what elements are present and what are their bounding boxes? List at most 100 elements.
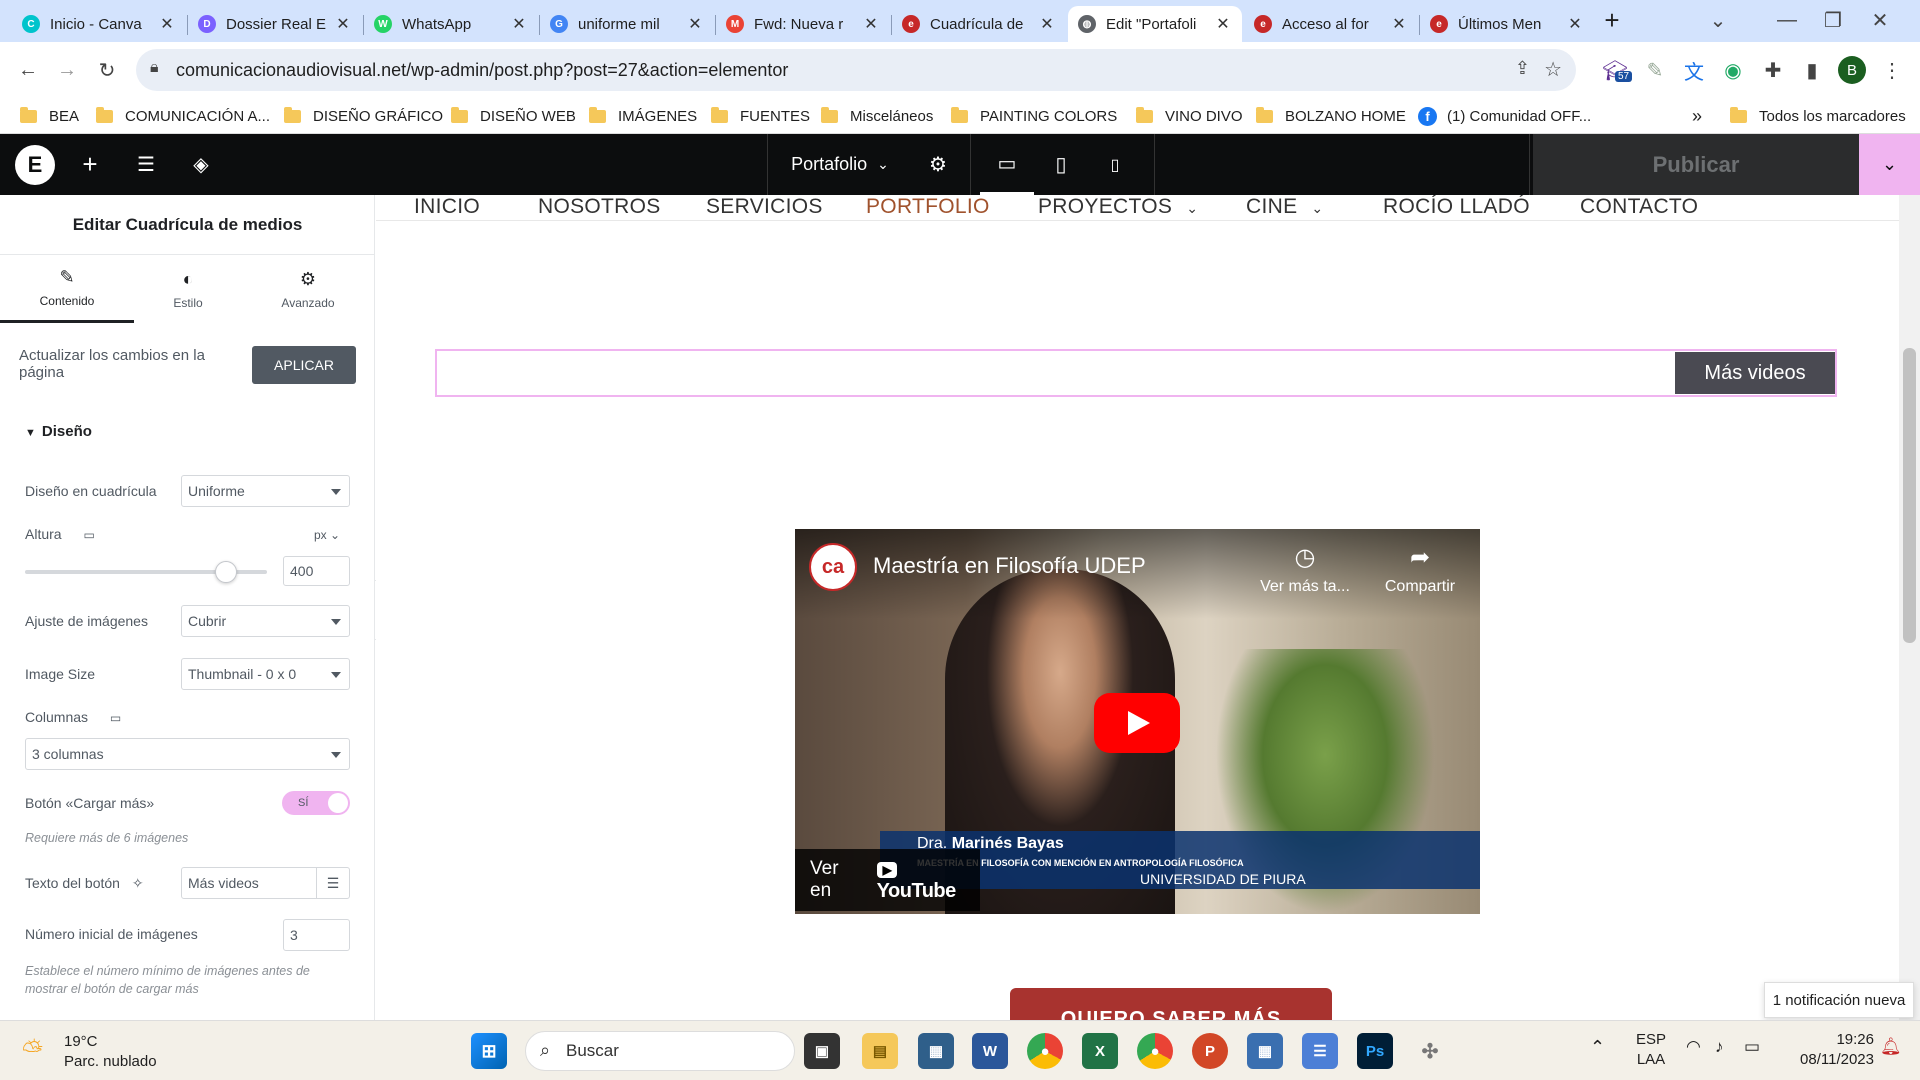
watch-later-button[interactable]: ◷ Ver más ta... <box>1250 543 1360 596</box>
windows-start-icon[interactable]: ⊞ <box>471 1033 507 1069</box>
height-input[interactable]: 400 <box>283 556 350 586</box>
nav-proyectos[interactable]: PROYECTOS ⌄ <box>1038 195 1198 219</box>
close-tab-icon[interactable]: ✕ <box>1214 14 1232 34</box>
scrollbar-thumb[interactable] <box>1903 348 1916 643</box>
publish-options-icon[interactable]: ⌄ <box>1859 134 1920 195</box>
close-tab-icon[interactable]: ✕ <box>334 14 352 34</box>
chrome-profile-icon[interactable]: ● <box>1137 1033 1173 1069</box>
columns-select[interactable]: 3 columnas <box>25 738 350 770</box>
excel-icon[interactable]: X <box>1082 1033 1118 1069</box>
image-fit-select[interactable]: Cubrir <box>181 605 350 637</box>
grid-layout-select[interactable]: Uniforme <box>181 475 350 507</box>
browser-tab[interactable]: C Inicio - Canva ✕ <box>12 6 186 42</box>
bookmark-item[interactable]: DISEÑO WEB <box>451 98 576 134</box>
notification-bell-icon[interactable]: 🔔︎ <box>1880 1037 1902 1057</box>
close-tab-icon[interactable]: ✕ <box>158 14 176 34</box>
new-tab-button[interactable]: + <box>1596 4 1628 36</box>
puzzle-extensions-icon[interactable]: ✚ <box>1757 54 1789 86</box>
close-tab-icon[interactable]: ✕ <box>1390 14 1408 34</box>
load-more-toggle[interactable]: SÍ <box>282 791 350 815</box>
bookmark-item[interactable]: VINO DIVO <box>1136 98 1243 134</box>
browser-tab[interactable]: W WhatsApp ✕ <box>364 6 538 42</box>
bookmarks-overflow[interactable]: » <box>1692 98 1702 134</box>
browser-tab[interactable]: e Últimos Men ✕ <box>1420 6 1594 42</box>
nav-contacto[interactable]: CONTACTO <box>1580 195 1698 219</box>
clock[interactable]: 19:26 08/11/2023 <box>1782 1030 1874 1070</box>
bookmark-item[interactable]: f (1) Comunidad OFF... <box>1418 98 1591 134</box>
nav-inicio[interactable]: INICIO <box>414 195 480 219</box>
database-icon[interactable]: ☰ <box>316 867 350 899</box>
task-view-icon[interactable]: ▣ <box>804 1033 840 1069</box>
calculator-icon[interactable]: ▦ <box>1247 1033 1283 1069</box>
profile-avatar[interactable]: B <box>1836 54 1868 86</box>
file-explorer-icon[interactable]: ▤ <box>862 1033 898 1069</box>
dynamic-tags-icon[interactable]: ✧ <box>132 875 144 891</box>
bookmark-item[interactable]: Misceláneos <box>821 98 933 134</box>
share-icon[interactable]: ⇪ <box>1515 58 1530 79</box>
nav-nosotros[interactable]: NOSOTROS <box>538 195 661 219</box>
desktop-view-icon[interactable]: ▭ <box>980 134 1034 195</box>
bookmark-item[interactable]: BOLZANO HOME <box>1256 98 1406 134</box>
nav-cine[interactable]: CINE ⌄ <box>1246 195 1323 219</box>
publish-button[interactable]: Publicar <box>1533 134 1859 195</box>
page-selector[interactable]: Portafolio ⌄ <box>780 134 900 195</box>
word-icon[interactable]: W <box>972 1033 1008 1069</box>
site-settings-icon[interactable]: ☰ <box>128 134 164 195</box>
browser-tab[interactable]: Guniforme mil ✕ <box>540 6 714 42</box>
image-size-select[interactable]: Thumbnail - 0 x 0 <box>181 658 350 690</box>
forward-icon[interactable]: → <box>51 54 83 86</box>
close-tab-icon[interactable]: ✕ <box>1566 14 1584 34</box>
volume-icon[interactable]: ♪ <box>1715 1037 1724 1057</box>
mobile-view-icon[interactable]: ▯ <box>1088 134 1142 195</box>
chrome-icon[interactable]: ● <box>1027 1033 1063 1069</box>
watch-on-youtube-button[interactable]: Ver en YouTube <box>795 849 980 911</box>
tab-advanced[interactable]: ⚙ Avanzado <box>241 255 374 323</box>
browser-tab[interactable]: e Acceso al for ✕ <box>1244 6 1418 42</box>
close-window-icon[interactable]: ✕ <box>1864 4 1896 36</box>
reload-icon[interactable]: ↻ <box>91 54 123 86</box>
tab-content[interactable]: ✎ Contenido <box>0 255 134 323</box>
language-indicator[interactable]: ESP LAA <box>1632 1030 1670 1070</box>
bookmark-item[interactable]: FUENTES <box>711 98 810 134</box>
close-tab-icon[interactable]: ✕ <box>686 14 704 34</box>
initial-images-input[interactable]: 3 <box>283 919 350 951</box>
nav-portfolio[interactable]: PORTFOLIO <box>866 195 990 219</box>
elementor-logo[interactable]: E <box>15 145 55 185</box>
side-panel-icon[interactable]: ▮ <box>1796 54 1828 86</box>
bookmark-star-icon[interactable]: ☆ <box>1544 57 1562 82</box>
nav-rocio-llado[interactable]: ROCÍO LLADÓ <box>1383 195 1530 219</box>
close-tab-icon[interactable]: ✕ <box>862 14 880 34</box>
back-icon[interactable]: ← <box>12 54 44 86</box>
extension-graduation-icon[interactable]: 🎓︎ 57 <box>1599 54 1633 86</box>
pen-extension-icon[interactable]: ✎ <box>1639 54 1671 86</box>
button-text-input[interactable]: Más videos <box>181 867 317 899</box>
bookmark-item[interactable]: PAINTING COLORS <box>951 98 1117 134</box>
notification-toast[interactable]: 1 notificación nueva <box>1764 982 1914 1018</box>
media-grid-widget[interactable] <box>435 349 1837 397</box>
bookmark-item[interactable]: BEA <box>20 98 79 134</box>
bookmark-item[interactable]: IMÁGENES <box>589 98 697 134</box>
preview-scrollbar[interactable] <box>1899 195 1920 1020</box>
screen-capture-icon[interactable]: ▦ <box>918 1033 954 1069</box>
browser-tab[interactable]: e Cuadrícula de ✕ <box>892 6 1066 42</box>
tab-style[interactable]: ◐ Estilo <box>121 255 255 323</box>
taskbar-search[interactable]: ⌕ Buscar <box>525 1031 795 1071</box>
youtube-video-embed[interactable]: ca Maestría en Filosofía UDEP ◷ Ver más t… <box>795 529 1480 914</box>
battery-icon[interactable]: ▭ <box>1744 1037 1760 1057</box>
browser-tab[interactable]: D Dossier Real E ✕ <box>188 6 362 42</box>
tab-search-icon[interactable]: ⌄ <box>1702 4 1734 36</box>
address-bar[interactable]: 🔒︎ comunicacionaudiovisual.net/wp-admin/… <box>136 49 1576 91</box>
weather-widget[interactable]: ⛅︎ 19°C Parc. nublado <box>18 1031 168 1073</box>
bookmark-item[interactable]: DISEÑO GRÁFICO <box>284 98 443 134</box>
powerpoint-icon[interactable]: P <box>1192 1033 1228 1069</box>
video-title[interactable]: Maestría en Filosofía UDEP <box>873 553 1146 579</box>
apply-button[interactable]: APLICAR <box>252 346 356 384</box>
add-element-icon[interactable]: + <box>72 134 108 195</box>
tray-overflow-icon[interactable]: ⌃ <box>1590 1037 1605 1058</box>
channel-avatar[interactable]: ca <box>809 543 857 591</box>
nav-servicios[interactable]: SERVICIOS <box>706 195 823 219</box>
app-icon[interactable]: ✣ <box>1412 1033 1448 1069</box>
close-tab-icon[interactable]: ✕ <box>1038 14 1056 34</box>
translate-extension-icon[interactable]: 文 <box>1678 54 1710 86</box>
chrome-menu-icon[interactable]: ⋮ <box>1876 54 1908 86</box>
